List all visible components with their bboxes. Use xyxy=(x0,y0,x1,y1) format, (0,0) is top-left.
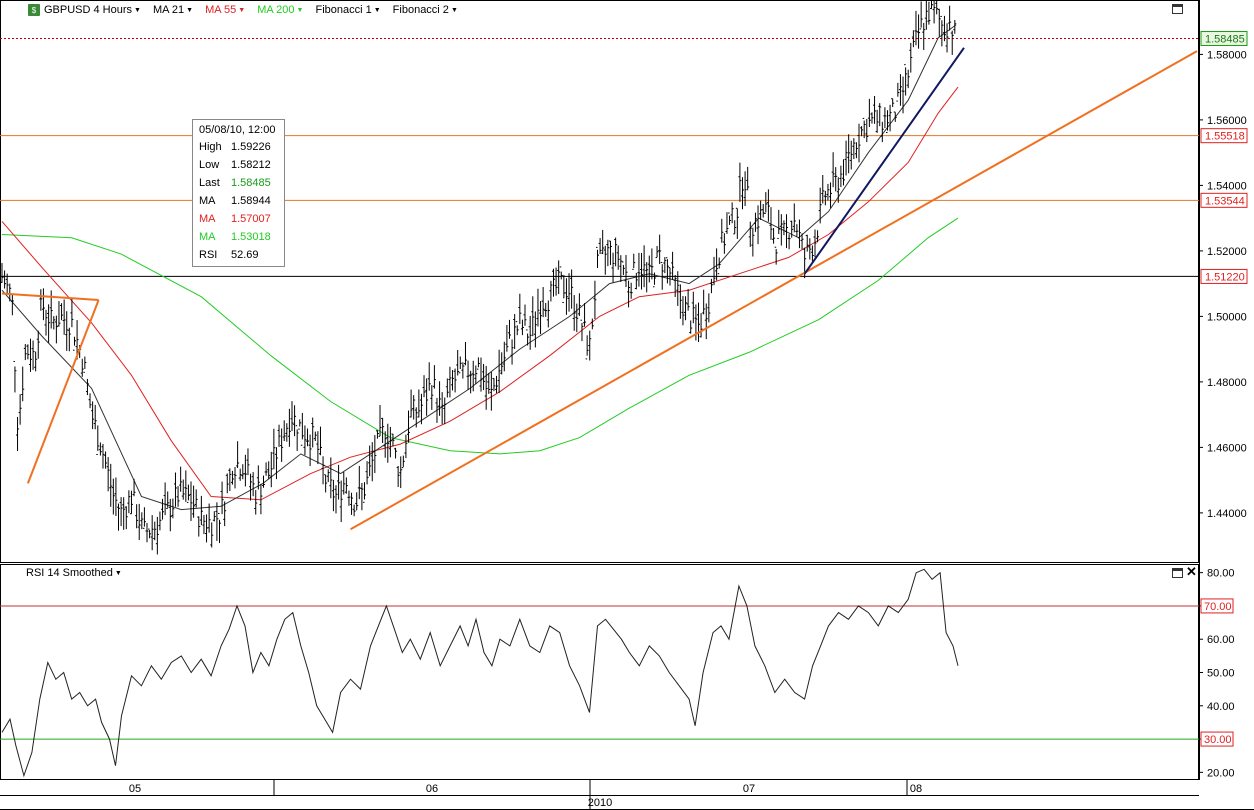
price-y-tick-label: 1.50000 xyxy=(1207,311,1247,323)
level-price-label: 1.51220 xyxy=(1205,271,1245,283)
tooltip-row-high: High 1.59226 xyxy=(193,141,284,159)
rsi-level-label: 70.00 xyxy=(1204,601,1232,613)
tooltip-row-last: Last 1.58485 xyxy=(193,177,284,195)
rsi-y-tick-label: 40.00 xyxy=(1207,701,1235,713)
maximize-rsi-panel-icon[interactable] xyxy=(1172,568,1183,578)
trendline-orange-upper xyxy=(350,50,1198,531)
time-axis-label: 07 xyxy=(743,783,755,795)
ma21-selector[interactable]: MA 21 ▼ xyxy=(153,4,193,16)
ma200-selector[interactable]: MA 200 ▼ xyxy=(257,4,303,16)
price-y-tick-label: 1.58000 xyxy=(1207,49,1247,61)
rsi-panel-title: RSI 14 Smoothed xyxy=(26,567,113,579)
dropdown-arrow-icon: ▼ xyxy=(296,6,304,14)
tooltip-row-ma55: MA 1.57007 xyxy=(193,213,284,231)
tooltip-label: Last xyxy=(199,177,220,189)
last-price-label: 1.58485 xyxy=(1205,34,1245,46)
rsi-panel-frame xyxy=(0,564,1199,780)
ma55-line xyxy=(1,86,959,501)
rsi-y-tick-label: 20.00 xyxy=(1207,767,1235,779)
tooltip-value: 1.58944 xyxy=(231,195,271,207)
fibonacci1-selector[interactable]: Fibonacci 1 ▼ xyxy=(315,4,380,16)
tooltip-value: 1.53018 xyxy=(231,231,271,243)
rsi-y-tick-label: 60.00 xyxy=(1207,634,1235,646)
tooltip-value: 1.58485 xyxy=(231,177,271,189)
rsi-line xyxy=(1,568,959,778)
chart-app-icon[interactable]: $ xyxy=(28,4,40,16)
tooltip-value: 1.59226 xyxy=(231,141,271,153)
tooltip-value: 52.69 xyxy=(231,249,259,261)
tooltip-label: Low xyxy=(199,159,220,171)
time-axis-label: 05 xyxy=(129,783,141,795)
time-axis-label: 08 xyxy=(910,783,922,795)
price-plot xyxy=(0,0,1199,555)
tooltip-label: RSI xyxy=(199,249,218,261)
price-y-tick-label: 1.44000 xyxy=(1207,508,1247,520)
trendline-navy-short xyxy=(803,47,965,275)
chart-toolbar: $ GBPUSD 4 Hours ▼ MA 21 ▼ MA 55 ▼ MA 200 ▼ … xyxy=(0,0,458,20)
rsi-plot xyxy=(0,568,1199,778)
tooltip-row-ma21: MA 1.58944 xyxy=(193,195,284,213)
level-price-label: 1.55518 xyxy=(1205,131,1245,143)
symbol-label: GBPUSD 4 Hours xyxy=(44,4,133,16)
year-label: 2010 xyxy=(588,797,612,809)
time-axis-label: 06 xyxy=(426,783,438,795)
rsi-level-label: 30.00 xyxy=(1204,734,1232,746)
dropdown-arrow-icon: ▼ xyxy=(134,6,141,14)
dropdown-arrow-icon: ▼ xyxy=(450,6,458,14)
fibonacci2-selector[interactable]: Fibonacci 2 ▼ xyxy=(393,4,458,16)
chart-canvas: 1.58000 1.56000 1.54000 1.52000 1.50000 1.480… xyxy=(0,0,1254,810)
tooltip-value: 1.57007 xyxy=(231,213,271,225)
dropdown-arrow-icon: ▼ xyxy=(238,6,246,14)
fibonacci1-label: Fibonacci 1 xyxy=(315,4,372,16)
symbol-selector[interactable]: GBPUSD 4 Hours ▼ xyxy=(44,4,141,16)
data-tooltip: 05/08/10, 12:00 High 1.59226 Low 1.58212 L… xyxy=(192,119,285,267)
trendline-triangle-b xyxy=(26,299,100,484)
ma55-label: MA 55 xyxy=(205,4,237,16)
maximize-price-panel-icon[interactable] xyxy=(1172,4,1183,14)
ma55-selector[interactable]: MA 55 ▼ xyxy=(205,4,245,16)
tooltip-row-rsi: RSI 52.69 xyxy=(193,249,284,267)
tooltip-date: 05/08/10, 12:00 xyxy=(199,124,276,136)
dropdown-arrow-icon: ▼ xyxy=(373,6,381,14)
tooltip-row-ma200: MA 1.53018 xyxy=(193,231,284,249)
axes: 1.58000 1.56000 1.54000 1.52000 1.50000 1.480… xyxy=(129,31,1248,810)
rsi-y-tick-label: 80.00 xyxy=(1207,568,1235,580)
fibonacci2-label: Fibonacci 2 xyxy=(392,4,449,16)
tooltip-label: MA xyxy=(199,231,216,243)
tooltip-label: MA xyxy=(199,195,216,207)
dropdown-arrow-icon: ▼ xyxy=(186,6,194,14)
level-price-label: 1.53544 xyxy=(1205,195,1245,207)
tooltip-label: High xyxy=(199,141,222,153)
tooltip-row-low: Low 1.58212 xyxy=(193,159,284,177)
tooltip-value: 1.58212 xyxy=(231,159,271,171)
ma21-label: MA 21 xyxy=(152,4,185,16)
ma200-label: MA 200 xyxy=(257,4,295,16)
close-rsi-panel-icon[interactable]: ✕ xyxy=(1186,565,1197,578)
trendline-triangle-a xyxy=(1,292,99,302)
rsi-y-tick-label: 50.00 xyxy=(1207,668,1235,680)
rsi-panel-selector[interactable]: RSI 14 Smoothed ▼ xyxy=(26,567,122,579)
price-y-tick-label: 1.46000 xyxy=(1207,442,1247,454)
price-y-tick-label: 1.56000 xyxy=(1207,115,1247,127)
price-y-tick-label: 1.48000 xyxy=(1207,377,1247,389)
tooltip-label: MA xyxy=(199,213,216,225)
dropdown-arrow-icon: ▼ xyxy=(114,569,122,577)
price-y-tick-label: 1.54000 xyxy=(1207,180,1247,192)
price-y-tick-label: 1.52000 xyxy=(1207,246,1247,258)
